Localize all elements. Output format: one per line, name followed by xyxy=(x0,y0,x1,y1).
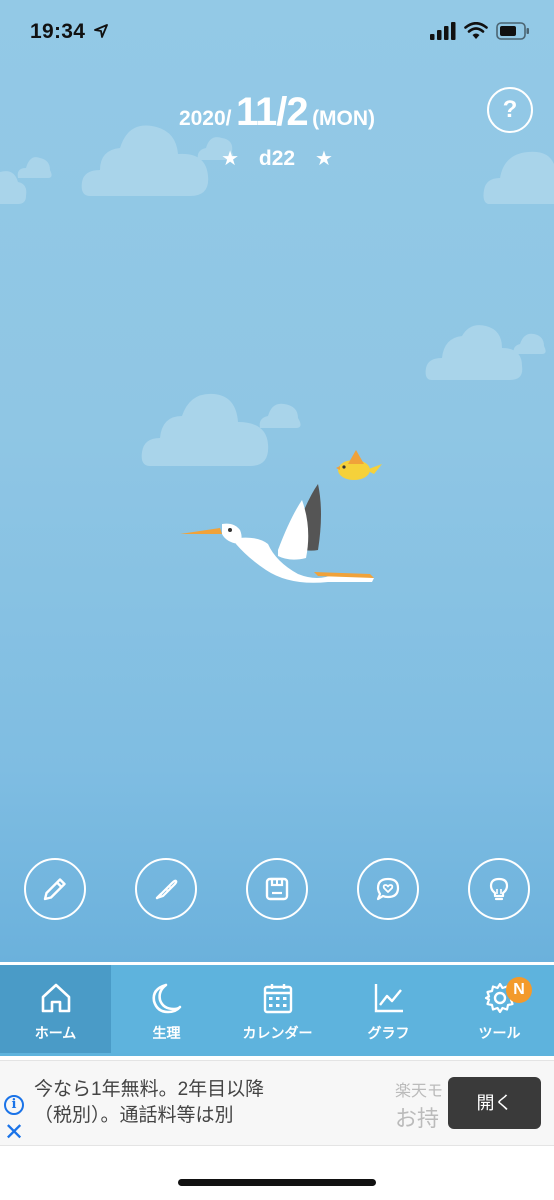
sky-background xyxy=(0,0,554,962)
ad-close-icon[interactable]: ✕ xyxy=(4,1121,24,1145)
tab-home[interactable]: ホーム xyxy=(0,965,111,1053)
cloud-decoration xyxy=(513,333,546,354)
ad-brand-text: お持 xyxy=(395,1106,440,1131)
calendar-icon xyxy=(263,984,292,1014)
date-month-day: 11/2 xyxy=(235,90,309,134)
tab-graph[interactable]: グラフ xyxy=(333,965,444,1053)
chart-icon xyxy=(374,984,403,1013)
star-icon: ★ xyxy=(314,148,333,170)
ad-brand-text: 楽天モ xyxy=(395,1083,444,1100)
ad-info-icon[interactable]: i xyxy=(4,1095,24,1115)
ad-open-button[interactable]: 開く xyxy=(448,1077,541,1129)
wifi-icon xyxy=(464,22,488,39)
tab-label: カレンダー xyxy=(242,1025,313,1041)
heart-chat-icon xyxy=(376,877,400,901)
thermometer-icon xyxy=(155,879,178,900)
ad-text: 今なら1年無料。2年目以降 （税別）。通話料等は別 xyxy=(34,1077,334,1129)
weight-scale-icon xyxy=(265,877,289,901)
ad-text-line: （税別）。通話料等は別 xyxy=(34,1105,234,1126)
ad-banner[interactable]: i ✕ 今なら1年無料。2年目以降 （税別）。通話料等は別 楽天モ お持 開く xyxy=(0,1060,554,1146)
location-arrow-icon xyxy=(94,24,108,38)
star-icon: ★ xyxy=(221,148,240,170)
chat-button[interactable] xyxy=(357,858,419,920)
battery-icon xyxy=(496,22,529,40)
temperature-button[interactable] xyxy=(135,858,197,920)
moon-icon xyxy=(151,983,181,1014)
status-time: 19:34 xyxy=(30,20,86,43)
lightbulb-icon xyxy=(489,877,509,901)
tab-label: グラフ xyxy=(367,1025,410,1041)
ad-text-line: 今なら1年無料。2年目以降 xyxy=(34,1079,265,1100)
help-button[interactable]: ? xyxy=(487,87,533,133)
record-pencil-button[interactable] xyxy=(24,858,86,920)
quick-action-row xyxy=(0,858,554,922)
pencil-icon xyxy=(43,878,66,901)
weight-button[interactable] xyxy=(246,858,308,920)
cellular-signal-icon xyxy=(430,22,456,40)
tab-period[interactable]: 生理 xyxy=(111,965,222,1053)
tab-label: ホーム xyxy=(34,1025,77,1041)
cloud-decoration xyxy=(259,403,301,428)
bottom-tab-bar: ホーム 生理 カレンダー グラフ ツール N xyxy=(0,962,554,1056)
tab-label: ツール xyxy=(478,1025,521,1041)
date-display: 2020/ 11/2 (MON) xyxy=(0,90,554,135)
home-indicator[interactable] xyxy=(178,1179,376,1186)
tab-label: 生理 xyxy=(152,1025,181,1041)
cloud-decoration xyxy=(141,393,269,466)
tips-button[interactable] xyxy=(468,858,530,920)
tab-calendar[interactable]: カレンダー xyxy=(222,965,333,1053)
tab-tools[interactable]: ツール N xyxy=(444,965,554,1053)
cloud-decoration xyxy=(425,325,523,380)
status-bar: 19:34 xyxy=(0,0,554,66)
date-year: 2020/ xyxy=(178,107,232,130)
new-badge: N xyxy=(506,977,532,1003)
home-icon xyxy=(41,983,70,1013)
stork-illustration xyxy=(180,484,374,583)
cycle-day-label: d22 xyxy=(258,147,296,170)
cycle-day-display: ★ d22 ★ xyxy=(0,146,554,171)
small-bird-illustration xyxy=(336,450,382,480)
date-weekday: (MON) xyxy=(312,107,376,130)
